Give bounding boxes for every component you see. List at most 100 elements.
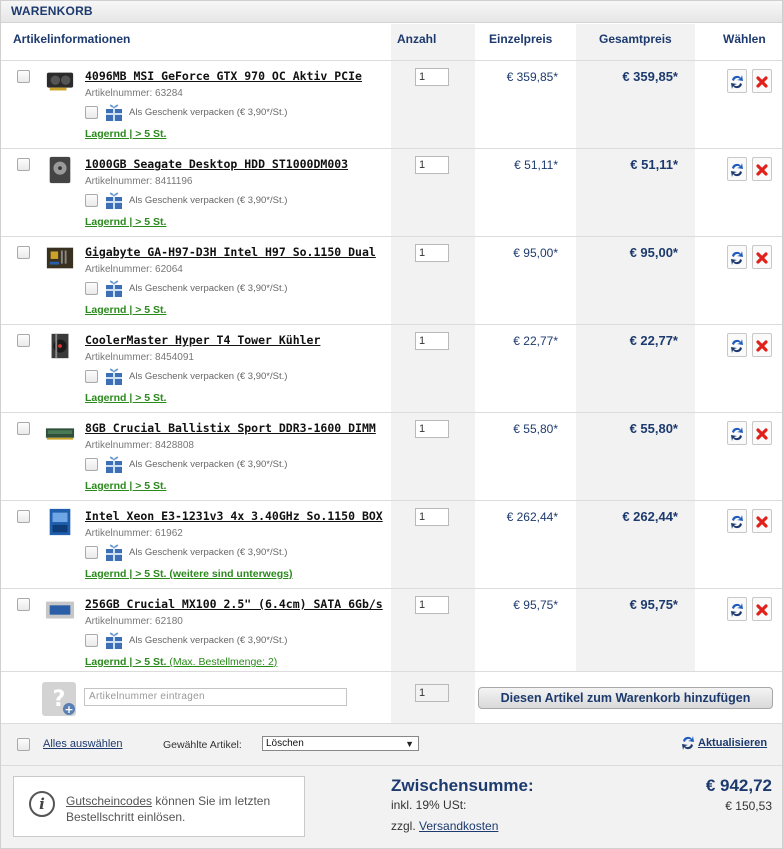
item-select-checkbox[interactable] <box>17 70 30 83</box>
item-select-checkbox[interactable] <box>17 158 30 171</box>
delete-item-button[interactable] <box>752 333 772 357</box>
total-price: € 95,00* <box>629 245 678 260</box>
unit-price: € 262,44* <box>506 510 558 524</box>
ssd-thumbnail[interactable] <box>43 595 77 625</box>
cart-title-bar: WARENKORB <box>1 1 782 23</box>
gift-wrap-checkbox[interactable] <box>85 458 98 471</box>
voucher-codes-link[interactable]: Gutscheincodes <box>66 794 152 808</box>
delete-item-button[interactable] <box>752 421 772 445</box>
stock-status-link[interactable]: Lagernd | > 5 St. (Max. Bestellmenge: 2) <box>85 656 277 668</box>
gift-wrap-checkbox[interactable] <box>85 282 98 295</box>
delete-icon <box>756 340 768 352</box>
quantity-input[interactable]: 1 <box>415 156 449 174</box>
stock-status: Lagernd | > 5 St. <box>85 392 167 404</box>
product-name-link[interactable]: Gigabyte GA-H97-D3H Intel H97 So.1150 Du… <box>85 245 376 259</box>
mainboard-thumbnail[interactable] <box>43 243 77 273</box>
delete-item-button[interactable] <box>752 597 772 621</box>
bulk-action-select[interactable]: Löschen ▼ <box>262 736 419 751</box>
stock-status-link[interactable]: Lagernd | > 5 St. <box>85 392 166 404</box>
gift-wrap-checkbox[interactable] <box>85 546 98 559</box>
table-row: 4096MB MSI GeForce GTX 970 OC Aktiv PCIe… <box>1 60 782 148</box>
quantity-input[interactable]: 1 <box>415 596 449 614</box>
chevron-down-icon: ▼ <box>405 739 414 749</box>
header-choose: Wählen <box>723 32 766 46</box>
item-select-checkbox[interactable] <box>17 510 30 523</box>
gpu-thumbnail[interactable] <box>43 67 77 97</box>
update-label: Aktualisieren <box>698 737 768 749</box>
stock-status-link[interactable]: Lagernd | > 5 St. <box>85 304 166 316</box>
delete-item-button[interactable] <box>752 69 772 93</box>
table-header: Artikelinformationen Anzahl Einzelpreis … <box>1 24 782 60</box>
stock-status-link[interactable]: Lagernd | > 5 St. <box>85 216 166 228</box>
total-price: € 359,85* <box>622 69 678 84</box>
product-name-link[interactable]: 256GB Crucial MX100 2.5" (6.4cm) SATA 6G… <box>85 597 383 611</box>
header-qty: Anzahl <box>397 32 437 46</box>
quantity-input[interactable]: 1 <box>415 244 449 262</box>
delete-icon <box>756 252 768 264</box>
shipping-costs-link[interactable]: Versandkosten <box>419 819 498 833</box>
stock-status: Lagernd | > 5 St. <box>85 656 167 668</box>
delete-item-button[interactable] <box>752 157 772 181</box>
total-price: € 262,44* <box>622 509 678 524</box>
header-unit-price: Einzelpreis <box>489 32 553 46</box>
shipping-prefix: zzgl. <box>391 819 420 833</box>
gift-wrap-label: Als Geschenk verpacken (€ 3,90*/St.) <box>129 107 288 118</box>
item-select-checkbox[interactable] <box>17 246 30 259</box>
total-price: € 51,11* <box>630 157 678 172</box>
update-item-button[interactable] <box>727 245 747 269</box>
product-name-link[interactable]: CoolerMaster Hyper T4 Tower Kühler <box>85 333 320 347</box>
refresh-icon <box>731 427 743 441</box>
quantity-input[interactable]: 1 <box>415 332 449 350</box>
gift-icon <box>106 104 122 121</box>
stock-status: Lagernd | > 5 St. <box>85 128 167 140</box>
ram-thumbnail[interactable] <box>43 419 77 449</box>
product-name-link[interactable]: 1000GB Seagate Desktop HDD ST1000DM003 <box>85 157 348 171</box>
tax-value: € 150,53 <box>725 799 772 813</box>
stock-extra: (Max. Bestellmenge: 2) <box>169 656 278 668</box>
update-item-button[interactable] <box>727 333 747 357</box>
hdd-thumbnail[interactable] <box>43 155 77 185</box>
header-total-price: Gesamtpreis <box>599 32 672 46</box>
unit-price: € 51,11* <box>514 158 558 172</box>
delete-item-button[interactable] <box>752 245 772 269</box>
stock-status-link[interactable]: Lagernd | > 5 St. <box>85 480 166 492</box>
select-all-checkbox[interactable] <box>17 738 30 751</box>
update-item-button[interactable] <box>727 157 747 181</box>
cooler-thumbnail[interactable] <box>43 331 77 361</box>
unit-price: € 95,75* <box>513 598 558 612</box>
total-price: € 22,77* <box>629 333 678 348</box>
gift-wrap-checkbox[interactable] <box>85 370 98 383</box>
product-name-link[interactable]: Intel Xeon E3-1231v3 4x 3.40GHz So.1150 … <box>85 509 383 523</box>
cpu-thumbnail[interactable] <box>43 507 77 537</box>
table-row: 256GB Crucial MX100 2.5" (6.4cm) SATA 6G… <box>1 588 782 676</box>
item-select-checkbox[interactable] <box>17 334 30 347</box>
update-item-button[interactable] <box>727 69 747 93</box>
update-item-button[interactable] <box>727 597 747 621</box>
quantity-input[interactable]: 1 <box>415 68 449 86</box>
article-number: Artikelnummer: 8411196 <box>85 176 193 187</box>
stock-status-link[interactable]: Lagernd | > 5 St. (weitere sind unterweg… <box>85 568 292 580</box>
voucher-hint-box: i Gutscheincodes können Sie im letzten B… <box>13 776 305 837</box>
stock-status: Lagernd | > 5 St. <box>85 480 167 492</box>
update-item-button[interactable] <box>727 509 747 533</box>
quantity-input[interactable]: 1 <box>415 420 449 438</box>
item-select-checkbox[interactable] <box>17 422 30 435</box>
update-item-button[interactable] <box>727 421 747 445</box>
quantity-input[interactable]: 1 <box>415 508 449 526</box>
gift-wrap-checkbox[interactable] <box>85 194 98 207</box>
gift-wrap-checkbox[interactable] <box>85 106 98 119</box>
stock-status: Lagernd | > 5 St. (weitere sind unterweg… <box>85 568 293 580</box>
add-to-cart-button[interactable]: Diesen Artikel zum Warenkorb hinzufügen <box>478 687 773 709</box>
cart-title: WARENKORB <box>11 4 93 18</box>
delete-item-button[interactable] <box>752 509 772 533</box>
item-select-checkbox[interactable] <box>17 598 30 611</box>
article-number-input[interactable]: Artikelnummer eintragen <box>84 688 347 706</box>
product-name-link[interactable]: 8GB Crucial Ballistix Sport DDR3-1600 DI… <box>85 421 376 435</box>
product-name-link[interactable]: 4096MB MSI GeForce GTX 970 OC Aktiv PCIe <box>85 69 362 83</box>
gift-icon <box>106 280 122 297</box>
stock-status-link[interactable]: Lagernd | > 5 St. <box>85 128 166 140</box>
bulk-action-value: Löschen <box>266 738 304 749</box>
gift-wrap-checkbox[interactable] <box>85 634 98 647</box>
select-all-link[interactable]: Alles auswählen <box>43 738 123 750</box>
add-quantity-input[interactable]: 1 <box>415 684 449 702</box>
